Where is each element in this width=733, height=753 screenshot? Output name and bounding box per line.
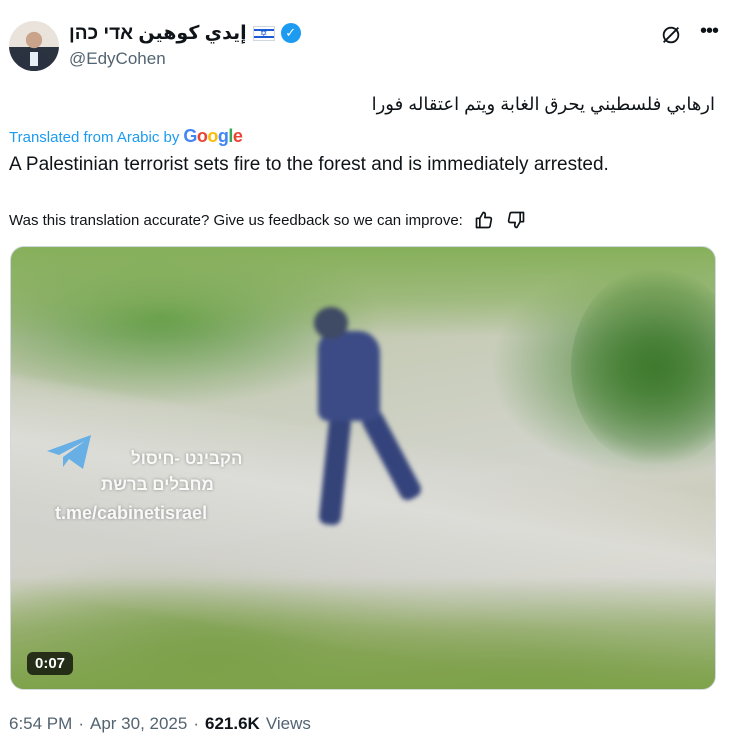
thumbs-down-icon[interactable] bbox=[505, 209, 527, 231]
video-grass-bottom bbox=[11, 577, 715, 689]
meta-separator: · bbox=[78, 714, 84, 733]
google-letter: g bbox=[217, 126, 229, 146]
google-letter: o bbox=[196, 126, 208, 146]
watermark-link: t.me/cabinetisrael bbox=[55, 503, 208, 523]
video-person-head bbox=[314, 307, 348, 339]
tweet-original-text: ارهابي فلسطيني يحرق الغابة ويتم اعتقاله … bbox=[371, 94, 715, 114]
author-handle[interactable]: @EdyCohen bbox=[69, 49, 166, 69]
google-letter: G bbox=[183, 126, 197, 146]
telegram-icon bbox=[47, 435, 91, 469]
google-letter: e bbox=[232, 126, 243, 146]
watermark-line: הקבינט -חיסול bbox=[131, 449, 243, 468]
tweet-meta: 6:54 PM · Apr 30, 2025 · 621.6K Views bbox=[9, 714, 311, 734]
feedback-prompt: Was this translation accurate? Give us f… bbox=[9, 211, 463, 229]
video-person-torso bbox=[318, 331, 380, 421]
views-count: 621.6K bbox=[205, 714, 260, 733]
more-icon[interactable]: ••• bbox=[695, 20, 723, 48]
author-display-name[interactable]: إيدي كوهين אדי כהן bbox=[69, 22, 247, 45]
thumbs-up-icon[interactable] bbox=[473, 209, 495, 231]
grok-icon[interactable] bbox=[660, 24, 682, 46]
translated-from-label[interactable]: Translated from Arabic by Google bbox=[9, 126, 243, 147]
author-name-row: إيدي كوهين אדי כהן ✡ ✓ bbox=[69, 20, 301, 46]
google-letter: o bbox=[207, 126, 218, 146]
translated-from-text: Translated from Arabic by bbox=[9, 129, 180, 146]
avatar[interactable] bbox=[9, 21, 59, 71]
tweet-header: إيدي كوهين אדי כהן ✡ ✓ @EdyCohen ••• bbox=[9, 16, 724, 72]
watermark-line: מחבלים ברשת bbox=[101, 475, 214, 494]
tweet-time[interactable]: 6:54 PM bbox=[9, 714, 72, 734]
translation-feedback: Was this translation accurate? Give us f… bbox=[9, 209, 527, 231]
video-person bbox=[296, 307, 426, 537]
meta-separator: · bbox=[193, 714, 200, 733]
google-logo: Google bbox=[183, 126, 243, 147]
tweet-video[interactable]: הקבינט -חיסול מחבלים ברשת t.me/cabinetis… bbox=[10, 246, 716, 690]
israel-flag-icon: ✡ bbox=[252, 25, 275, 41]
video-person-leg bbox=[359, 407, 424, 503]
video-duration-badge: 0:07 bbox=[27, 652, 74, 675]
video-person-leg bbox=[318, 414, 352, 526]
views-label: Views bbox=[265, 714, 311, 733]
tweet-translation: A Palestinian terrorist sets fire to the… bbox=[9, 154, 609, 175]
verified-badge-icon[interactable]: ✓ bbox=[280, 23, 301, 43]
avatar-shirt bbox=[30, 52, 38, 66]
tweet-date[interactable]: Apr 30, 2025 bbox=[90, 714, 187, 734]
